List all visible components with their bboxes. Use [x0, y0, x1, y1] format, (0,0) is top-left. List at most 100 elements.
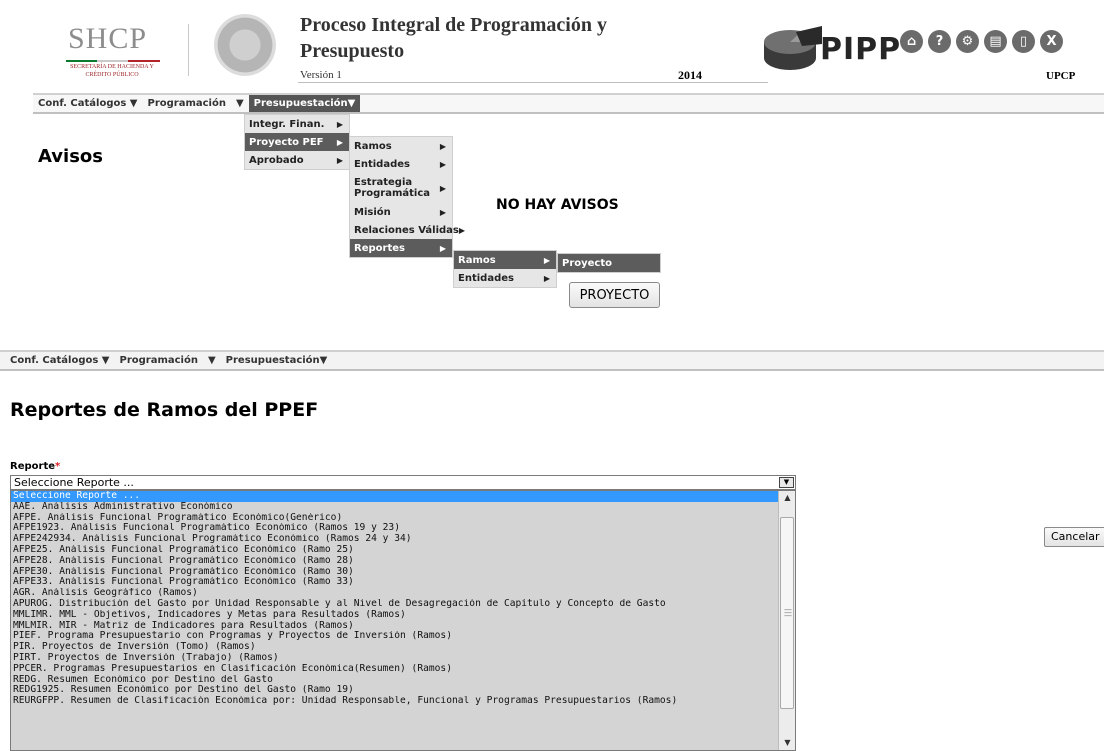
- reportes-submenu: Ramos ▶ Entidades ▶: [453, 250, 557, 288]
- settings-icon[interactable]: ⚙: [956, 30, 979, 53]
- menu-item-label: Aprobado: [249, 154, 304, 166]
- proyecto-pef-submenu: Ramos ▶ Entidades ▶ Estrategia Programátic…: [349, 136, 465, 258]
- menu-item-label: Integr. Finan.: [249, 118, 325, 130]
- chevron-right-icon: ▶: [543, 273, 550, 283]
- menu-conf-catalogos[interactable]: Conf. Catálogos ▼: [0, 352, 114, 369]
- chevron-right-icon: ▶: [336, 137, 343, 147]
- menu-item-label: Relaciones Válidas: [354, 224, 459, 236]
- list-item[interactable]: AFPE. Análisis Funcional Programático Ec…: [11, 513, 779, 524]
- menu-item-proyecto-pef[interactable]: Proyecto PEF ▶: [245, 133, 349, 151]
- chevron-right-icon: ▶: [543, 255, 550, 265]
- menu-item-label: Proyecto: [562, 257, 613, 269]
- close-icon[interactable]: X: [1040, 30, 1063, 53]
- menu-item-label: Reportes: [354, 242, 405, 254]
- logo-divider: [188, 24, 189, 76]
- pipp-logo-text: PIPP: [820, 32, 902, 67]
- list-item[interactable]: APUROG. Distribución del Gasto por Unida…: [11, 599, 779, 610]
- menu-programacion-arrow[interactable]: ▼: [231, 95, 249, 112]
- menu-item-aprobado[interactable]: Aprobado ▶: [245, 151, 349, 169]
- shcp-logo-text: SHCP: [68, 22, 148, 55]
- menu-programacion[interactable]: Programación: [142, 95, 230, 112]
- menu-item-label: Proyecto PEF: [249, 136, 324, 148]
- menu-item-label: Estrategia Programática: [354, 177, 431, 199]
- no-avisos-message: NO HAY AVISOS: [496, 197, 619, 213]
- list-item[interactable]: REDG. Resumen Económico por Destino del …: [11, 675, 779, 686]
- list-item[interactable]: PIEF. Programa Presupuestario con Progra…: [11, 631, 779, 642]
- chevron-right-icon: ▶: [336, 155, 343, 165]
- reporte-options: Seleccione Reporte ... AAE. Análisis Admi…: [11, 491, 779, 707]
- chevron-right-icon: ▶: [439, 159, 446, 169]
- list-item[interactable]: PIR. Proyectos de Inversión (Tomo) (Ramo…: [11, 642, 779, 653]
- menu-item-ramos[interactable]: Ramos ▶: [350, 137, 452, 155]
- menu-item-label: Entidades: [458, 272, 514, 284]
- calculator-icon[interactable]: ▤: [984, 30, 1007, 53]
- cancel-button[interactable]: Cancelar: [1044, 527, 1104, 547]
- main-menu-bar-2: Conf. Catálogos ▼ Programación ▼ Presupu…: [0, 350, 1104, 371]
- menu-conf-catalogos[interactable]: Conf. Catálogos ▼: [33, 95, 142, 112]
- required-mark: *: [55, 461, 61, 472]
- shcp-logo-subtitle: SECRETARÍA DE HACIENDA Y CRÉDITO PÚBLICO: [70, 64, 154, 78]
- reporte-label: Reporte*: [10, 461, 60, 472]
- menu-presupuestacion[interactable]: Presupuestación▼: [248, 95, 361, 112]
- list-item[interactable]: AFPE1923. Análisis Funcional Programátic…: [11, 523, 779, 534]
- menu-item-label: Ramos: [354, 140, 392, 152]
- list-item[interactable]: REDG1925. Resumen Económico por Destino …: [11, 685, 779, 696]
- scroll-up-icon[interactable]: ▲: [779, 491, 795, 505]
- list-item[interactable]: AFPE242934. Análisis Funcional Programát…: [11, 534, 779, 545]
- menu-item-integr-finan[interactable]: Integr. Finan. ▶: [245, 115, 349, 133]
- app-title-line1: Proceso Integral de Programación y: [300, 14, 607, 36]
- list-item[interactable]: PPCER. Programas Presupuestarios en Clas…: [11, 664, 779, 675]
- reporte-select-value: Seleccione Reporte ...: [14, 476, 134, 489]
- list-item[interactable]: REURGFPP. Resumen de Clasificación Econó…: [11, 696, 779, 707]
- list-item[interactable]: AFPE25. Análisis Funcional Programático …: [11, 545, 779, 556]
- menu-item-estrategia-programatica[interactable]: Estrategia Programática ▶: [350, 173, 452, 203]
- list-item[interactable]: AFPE30. Análisis Funcional Programático …: [11, 567, 779, 578]
- list-item[interactable]: AFPE33. Análisis Funcional Programático …: [11, 577, 779, 588]
- menu-item-proyecto[interactable]: Proyecto: [558, 254, 660, 272]
- menu-item-label: Entidades: [354, 158, 410, 170]
- menu-programacion-arrow[interactable]: ▼: [203, 352, 221, 369]
- app-title-line2: Presupuesto: [300, 40, 405, 62]
- proyecto-tooltip-button[interactable]: PROYECTO: [569, 282, 660, 308]
- presupuestacion-dropdown: Integr. Finan. ▶ Proyecto PEF ▶ Aprobado ▶: [244, 114, 350, 170]
- scroll-thumb[interactable]: — — —: [780, 517, 794, 709]
- list-item[interactable]: PIRT. Proyectos de Inversión (Trabajo) (…: [11, 653, 779, 664]
- menu-item-reportes[interactable]: Reportes ▶: [350, 239, 452, 257]
- list-item[interactable]: MMLIMR. MML - Objetivos, Indicadores y M…: [11, 610, 779, 621]
- reporte-options-list[interactable]: Seleccione Reporte ... AAE. Análisis Admi…: [10, 490, 796, 751]
- app-version: Versión 1: [300, 69, 342, 81]
- scrollbar[interactable]: ▲ — — — ▼: [778, 491, 795, 750]
- reporte-select[interactable]: Seleccione Reporte ... ▼: [10, 475, 796, 490]
- help-icon[interactable]: ?: [928, 30, 951, 53]
- menu-programacion[interactable]: Programación: [114, 352, 202, 369]
- fiscal-year: 2014: [678, 68, 702, 82]
- list-item[interactable]: MMLMIR. MIR - Matriz de Indicadores para…: [11, 621, 779, 632]
- header-toolbar: ⌂ ? ⚙ ▤ ▯ X: [900, 30, 1063, 53]
- menu-item-mision[interactable]: Misión ▶: [350, 203, 452, 221]
- home-icon[interactable]: ⌂: [900, 30, 923, 53]
- menu-item-label: Ramos: [458, 254, 496, 266]
- list-item[interactable]: AAE. Análisis Administrativo Económico: [11, 502, 779, 513]
- chevron-right-icon: ▶: [439, 207, 446, 217]
- menu-item-label: Misión: [354, 206, 391, 218]
- chevron-right-icon: ▶: [439, 183, 446, 193]
- list-item[interactable]: Seleccione Reporte ...: [11, 491, 779, 502]
- scroll-down-icon[interactable]: ▼: [779, 736, 795, 750]
- menu-item-reportes-ramos[interactable]: Ramos ▶: [454, 251, 556, 269]
- ramos-submenu: Proyecto: [557, 253, 661, 273]
- chevron-right-icon: ▶: [336, 119, 343, 129]
- menu-presupuestacion[interactable]: Presupuestación▼: [221, 352, 333, 369]
- chevron-down-icon[interactable]: ▼: [779, 477, 794, 488]
- pipp-logo-icon: [764, 26, 822, 70]
- list-item[interactable]: AFPE28. Análisis Funcional Programático …: [11, 556, 779, 567]
- grip-icon: — — —: [784, 605, 792, 620]
- menu-item-entidades[interactable]: Entidades ▶: [350, 155, 452, 173]
- list-item[interactable]: AGR. Análisis Geográfico (Ramos): [11, 588, 779, 599]
- chevron-right-icon: ▶: [439, 141, 446, 151]
- national-seal-icon: [214, 14, 276, 76]
- document-icon[interactable]: ▯: [1012, 30, 1035, 53]
- menu-item-reportes-entidades[interactable]: Entidades ▶: [454, 269, 556, 287]
- main-menu-bar: Conf. Catálogos ▼ Programación ▼ Presupu…: [33, 93, 1104, 114]
- avisos-heading: Avisos: [38, 146, 103, 167]
- menu-item-relaciones-validas[interactable]: Relaciones Válidas ▶: [350, 221, 465, 239]
